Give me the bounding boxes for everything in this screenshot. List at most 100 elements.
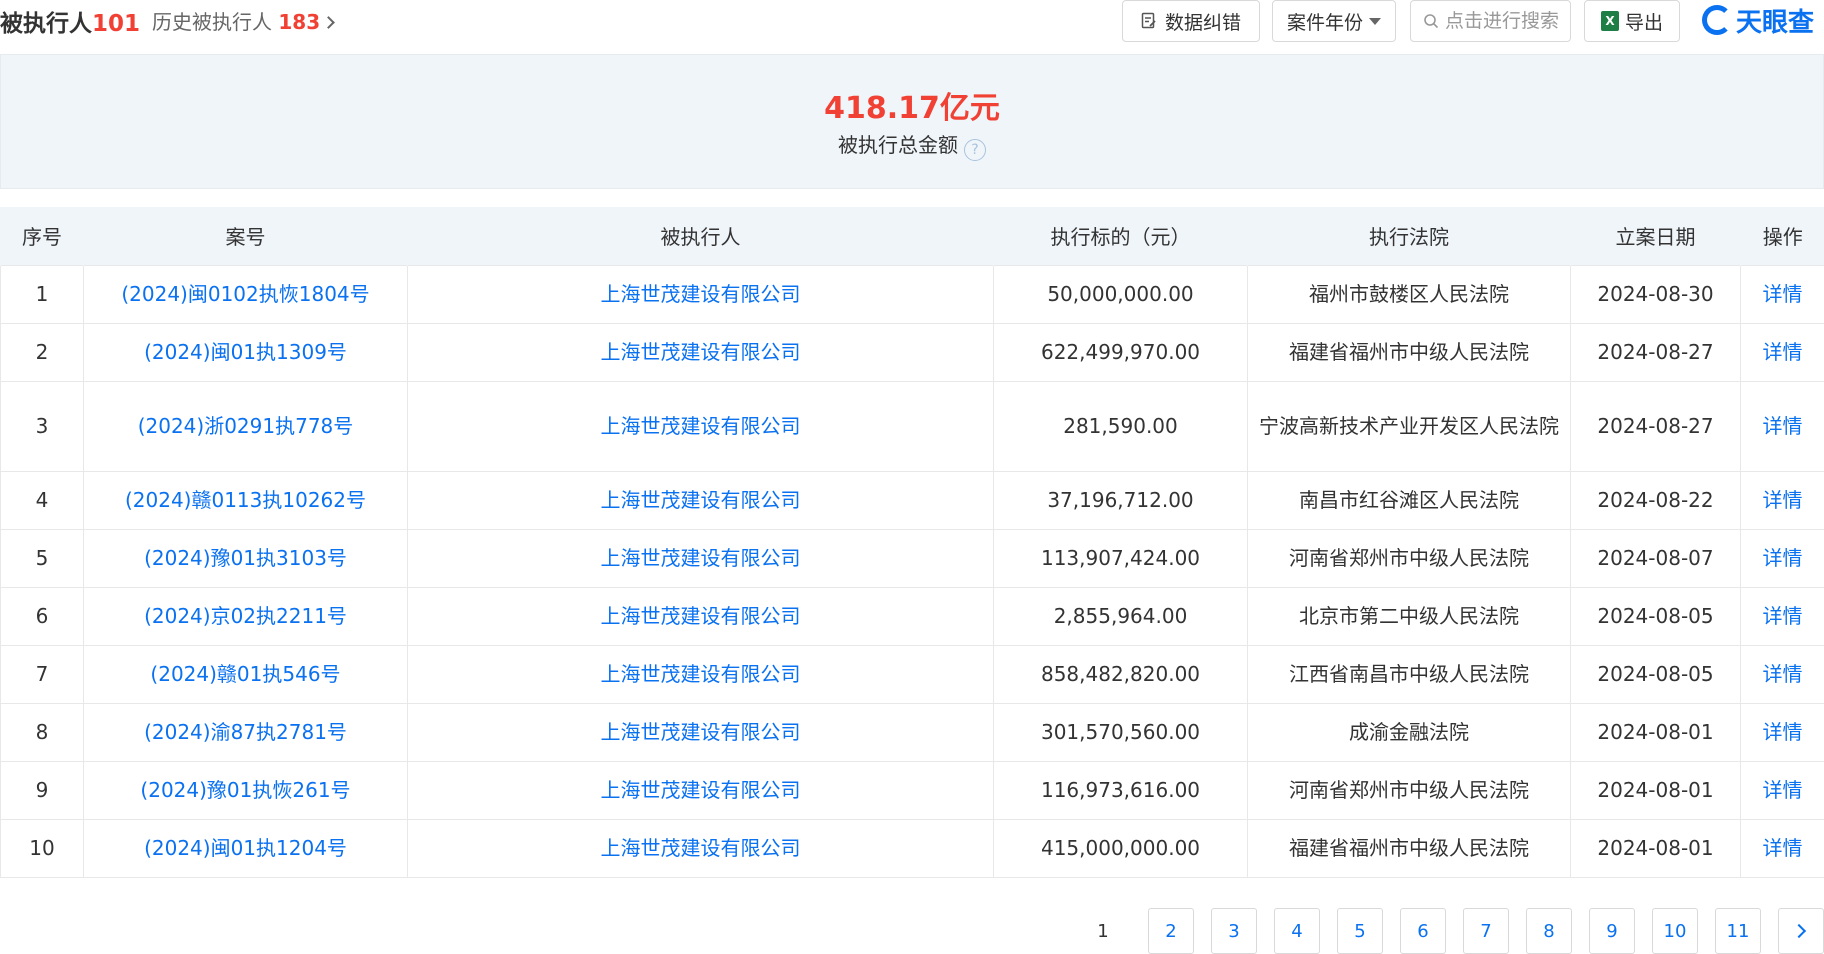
page-button[interactable]: 11 [1715, 908, 1761, 954]
amount-cell: 858,482,820.00 [993, 644, 1248, 704]
date-cell: 2024-08-05 [1570, 586, 1741, 646]
data-correction-button[interactable]: 数据纠错 [1122, 0, 1260, 42]
row-no: 9 [0, 760, 84, 820]
detail-link[interactable]: 详情 [1763, 720, 1803, 744]
party-name-link[interactable]: 上海世茂建设有限公司 [601, 778, 801, 802]
table-row: 6 (2024)京02执2211号 上海世茂建设有限公司 2,855,964.0… [0, 586, 1824, 646]
title-label: 被执行人 [0, 11, 92, 37]
party-name-link[interactable]: 上海世茂建设有限公司 [601, 546, 801, 570]
court-cell: 福建省福州市中级人民法院 [1247, 322, 1571, 382]
page-button[interactable]: 8 [1526, 908, 1572, 954]
detail-link[interactable]: 详情 [1763, 546, 1803, 570]
table-row: 4 (2024)赣0113执10262号 上海世茂建设有限公司 37,196,7… [0, 470, 1824, 530]
detail-link[interactable]: 详情 [1763, 488, 1803, 512]
title-count: 101 [92, 11, 141, 37]
page-button[interactable]: 4 [1274, 908, 1320, 954]
page-button[interactable]: 9 [1589, 908, 1635, 954]
court-cell: 河南省郑州市中级人民法院 [1247, 528, 1571, 588]
amount-cell: 301,570,560.00 [993, 702, 1248, 762]
party-name-link[interactable]: 上海世茂建设有限公司 [601, 720, 801, 744]
case-number-link[interactable]: (2024)赣0113执10262号 [125, 488, 366, 512]
court-cell: 江西省南昌市中级人民法院 [1247, 644, 1571, 704]
detail-link[interactable]: 详情 [1763, 836, 1803, 860]
col-header-case: 案号 [83, 207, 408, 265]
next-page-button[interactable] [1778, 908, 1824, 954]
table-row: 5 (2024)豫01执3103号 上海世茂建设有限公司 113,907,424… [0, 528, 1824, 588]
col-header-date: 立案日期 [1570, 207, 1741, 265]
export-button[interactable]: X 导出 [1584, 0, 1680, 42]
party-name-link[interactable]: 上海世茂建设有限公司 [601, 488, 801, 512]
table-row: 2 (2024)闽01执1309号 上海世茂建设有限公司 622,499,970… [0, 322, 1824, 382]
table-row: 7 (2024)赣01执546号 上海世茂建设有限公司 858,482,820.… [0, 644, 1824, 704]
chevron-right-icon [1791, 923, 1807, 939]
page-header: 被执行人101 历史被执行人 183 数据纠错 案件年份 X 导出 天眼查 [0, 0, 1824, 48]
table-row: 9 (2024)豫01执恢261号 上海世茂建设有限公司 116,973,616… [0, 760, 1824, 820]
detail-link[interactable]: 详情 [1763, 662, 1803, 686]
row-no: 8 [0, 702, 84, 762]
page-button[interactable]: 2 [1148, 908, 1194, 954]
case-number-link[interactable]: (2024)京02执2211号 [144, 604, 347, 628]
total-amount-panel: 418.17亿元 被执行总金额? [0, 54, 1824, 189]
total-amount-caption: 被执行总金额? [1, 129, 1823, 161]
party-name-link[interactable]: 上海世茂建设有限公司 [601, 662, 801, 686]
row-no: 7 [0, 644, 84, 704]
detail-link[interactable]: 详情 [1763, 340, 1803, 364]
case-number-link[interactable]: (2024)赣01执546号 [150, 662, 340, 686]
case-number-link[interactable]: (2024)浙0291执778号 [138, 414, 354, 438]
table-row: 1 (2024)闽0102执恢1804号 上海世茂建设有限公司 50,000,0… [0, 264, 1824, 324]
col-header-party: 被执行人 [407, 207, 994, 265]
amount-cell: 415,000,000.00 [993, 818, 1248, 878]
court-cell: 福建省福州市中级人民法院 [1247, 818, 1571, 878]
table-row: 8 (2024)渝87执2781号 上海世茂建设有限公司 301,570,560… [0, 702, 1824, 762]
case-year-label: 案件年份 [1286, 11, 1363, 34]
table-row: 10 (2024)闽01执1204号 上海世茂建设有限公司 415,000,00… [0, 818, 1824, 878]
case-number-link[interactable]: (2024)闽01执1204号 [144, 836, 347, 860]
party-name-link[interactable]: 上海世茂建设有限公司 [601, 604, 801, 628]
export-label: 导出 [1624, 11, 1663, 34]
amount-cell: 50,000,000.00 [993, 264, 1248, 324]
question-circle-icon[interactable]: ? [964, 139, 986, 161]
amount-cell: 281,590.00 [993, 380, 1248, 472]
case-number-link[interactable]: (2024)闽01执1309号 [144, 340, 347, 364]
history-label: 历史被执行人 [152, 10, 272, 34]
court-cell: 成渝金融法院 [1247, 702, 1571, 762]
case-year-dropdown[interactable]: 案件年份 [1272, 0, 1396, 42]
col-header-no: 序号 [0, 207, 84, 265]
total-amount-value: 418.17亿元 [824, 91, 1000, 126]
page-button[interactable]: 5 [1337, 908, 1383, 954]
excel-icon: X [1600, 11, 1619, 31]
amount-cell: 113,907,424.00 [993, 528, 1248, 588]
party-name-link[interactable]: 上海世茂建设有限公司 [601, 414, 801, 438]
detail-link[interactable]: 详情 [1763, 604, 1803, 628]
case-number-link[interactable]: (2024)渝87执2781号 [144, 720, 347, 744]
case-number-link[interactable]: (2024)闽0102执恢1804号 [121, 282, 369, 306]
case-number-link[interactable]: (2024)豫01执恢261号 [140, 778, 350, 802]
page-button[interactable]: 3 [1211, 908, 1257, 954]
history-count: 183 [278, 10, 321, 34]
history-link[interactable]: 历史被执行人 183 [152, 6, 335, 35]
detail-link[interactable]: 详情 [1763, 414, 1803, 438]
date-cell: 2024-08-01 [1570, 702, 1741, 762]
case-number-link[interactable]: (2024)豫01执3103号 [144, 546, 347, 570]
amount-cell: 37,196,712.00 [993, 470, 1248, 530]
data-correction-label: 数据纠错 [1164, 11, 1241, 34]
search-icon [1424, 14, 1439, 29]
party-name-link[interactable]: 上海世茂建设有限公司 [601, 340, 801, 364]
party-name-link[interactable]: 上海世茂建设有限公司 [601, 282, 801, 306]
page-button[interactable]: 7 [1463, 908, 1509, 954]
search-box[interactable] [1410, 0, 1571, 42]
party-name-link[interactable]: 上海世茂建设有限公司 [601, 836, 801, 860]
page-button[interactable]: 10 [1652, 908, 1698, 954]
amount-cell: 116,973,616.00 [993, 760, 1248, 820]
row-no: 5 [0, 528, 84, 588]
total-amount-label: 被执行总金额 [838, 133, 958, 157]
page-button[interactable]: 6 [1400, 908, 1446, 954]
search-input[interactable] [1445, 10, 1565, 32]
court-cell: 福州市鼓楼区人民法院 [1247, 264, 1571, 324]
detail-link[interactable]: 详情 [1763, 778, 1803, 802]
date-cell: 2024-08-27 [1570, 380, 1741, 472]
logo-mark-icon [1702, 5, 1732, 35]
court-cell: 河南省郑州市中级人民法院 [1247, 760, 1571, 820]
detail-link[interactable]: 详情 [1763, 282, 1803, 306]
row-no: 10 [0, 818, 84, 878]
